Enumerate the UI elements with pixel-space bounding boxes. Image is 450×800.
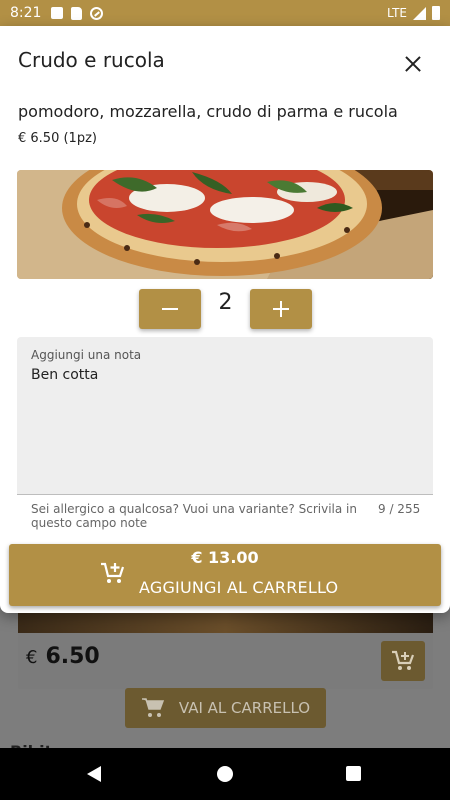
go-to-cart-button[interactable]: VAI AL CARRELLO (125, 688, 326, 728)
note-label: Aggiungi una nota (31, 348, 142, 362)
note-counter: 9 / 255 (378, 502, 421, 516)
dialog-title: Crudo e rucola (18, 48, 165, 72)
add-to-cart-button[interactable] (381, 641, 425, 681)
sync-icon (90, 6, 104, 20)
decrease-quantity-button[interactable] (139, 289, 201, 329)
product-dialog: Crudo e rucola pomodoro, mozzarella, cru… (0, 26, 450, 613)
back-icon[interactable] (87, 766, 101, 782)
product-description: pomodoro, mozzarella, crudo di parma e r… (18, 102, 398, 121)
cart-icon (141, 698, 164, 717)
quantity-value: 2 (218, 290, 233, 315)
pizza-image (17, 170, 433, 279)
note-input[interactable]: Ben cotta (31, 367, 98, 383)
increase-quantity-button[interactable] (250, 289, 312, 329)
status-time: 8:21 (10, 5, 42, 21)
network-type: LTE (387, 6, 407, 20)
notification-icon (51, 7, 64, 19)
add-to-cart-main-button[interactable]: € 13.00 AGGIUNGI AL CARRELLO (9, 544, 441, 606)
close-icon[interactable] (400, 50, 428, 78)
add-to-cart-label: AGGIUNGI AL CARRELLO (139, 578, 339, 597)
recent-apps-icon[interactable] (346, 766, 361, 781)
note-field[interactable]: Aggiungi una nota Ben cotta (17, 337, 433, 495)
battery-icon (432, 6, 440, 20)
go-to-cart-label: VAI AL CARRELLO (178, 699, 311, 717)
product-price: €6.50 (26, 644, 100, 669)
sd-card-icon (71, 6, 83, 20)
status-bar: 8:21 LTE (0, 0, 450, 26)
price-currency: € (26, 647, 38, 668)
navigation-bar (0, 748, 450, 800)
signal-icon (413, 6, 426, 20)
unit-price: € 6.50 (1pz) (18, 131, 97, 146)
price-value: 6.50 (45, 644, 100, 669)
cart-add-icon (392, 650, 415, 670)
home-icon[interactable] (217, 766, 233, 782)
total-price: € 13.00 (191, 548, 259, 567)
note-hint: Sei allergico a qualcosa? Vuoi una varia… (31, 502, 357, 530)
